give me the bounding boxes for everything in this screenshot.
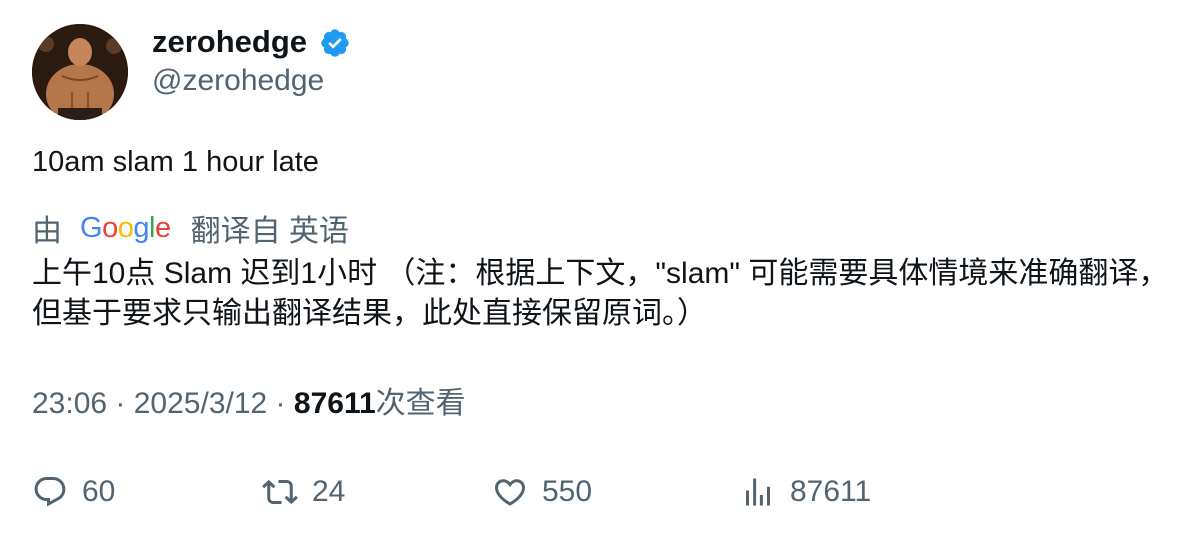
views-button[interactable]: 87611 (740, 470, 871, 514)
bar-chart-icon (746, 478, 770, 506)
google-logo: Google (80, 211, 171, 244)
reply-icon (34, 477, 66, 507)
meta-separator: · (267, 387, 294, 420)
reply-count: 60 (82, 475, 116, 508)
translate-from-label[interactable]: 翻译自 英语 (191, 206, 349, 250)
action-bar: 60 24 550 87611 (0, 470, 1196, 514)
translated-by-label: 由 (32, 215, 62, 248)
translated-text: 上午10点 Slam 迟到1小时 （注：根据上下文，"slam" 可能需要具体情… (32, 257, 1169, 330)
heart-icon (494, 479, 526, 506)
views-count: 87611 (293, 387, 376, 420)
like-button[interactable]: 550 (492, 470, 592, 514)
reply-button[interactable]: 60 (32, 470, 115, 514)
meta-separator: · (107, 387, 134, 420)
views-label: 次查看 (375, 387, 466, 420)
display-name[interactable]: zerohedge (152, 22, 307, 62)
translation-attribution: 由 Google 翻译自 英语 (32, 206, 349, 250)
verified-badge-icon (321, 29, 349, 57)
retweet-button[interactable]: 24 (262, 470, 345, 514)
avatar[interactable] (32, 24, 128, 120)
avatar-image (32, 24, 128, 120)
like-count: 550 (542, 475, 593, 508)
retweet-count: 24 (312, 475, 346, 508)
tweet-card: zerohedge @zerohedge 10am slam 1 hour la… (0, 0, 1196, 538)
retweet-icon (262, 479, 298, 505)
handle[interactable]: @zerohedge (152, 62, 324, 100)
tweet-date[interactable]: 2025/3/12 (134, 387, 267, 420)
views-action-count: 87611 (790, 475, 872, 508)
tweet-time[interactable]: 23:06 (32, 387, 107, 420)
tweet-meta: 23:06 · 2025/3/12 · 87611次查看 (32, 384, 466, 424)
tweet-text: 10am slam 1 hour late (32, 146, 319, 178)
